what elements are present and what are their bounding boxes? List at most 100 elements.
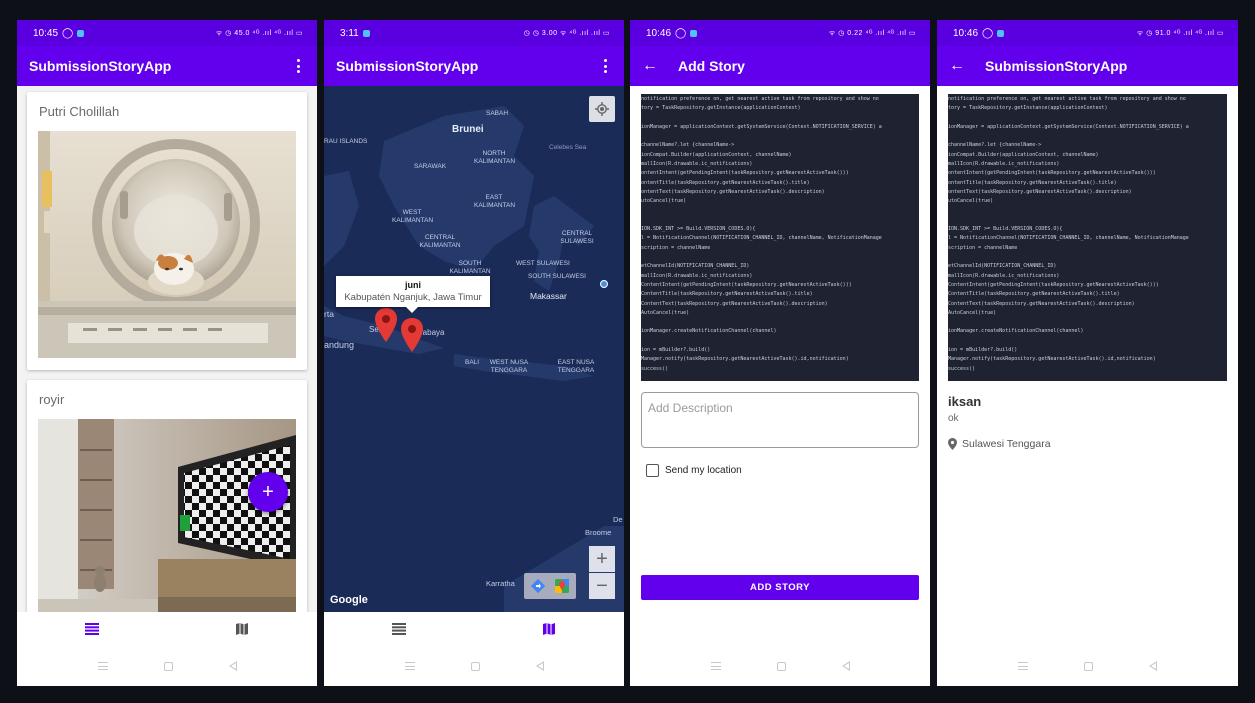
my-location-button[interactable] [589, 96, 615, 122]
code-line: l = NotificationChannel(NOTIFICATION_CHA… [641, 235, 882, 242]
home-icon[interactable] [470, 661, 480, 671]
google-maps-icon[interactable] [555, 579, 569, 593]
code-line: channelName?.let {channelName-> [948, 142, 1042, 149]
story-detail: notification preference on, get nearest … [937, 86, 1238, 646]
send-location-checkbox[interactable]: Send my location [646, 464, 742, 477]
overflow-menu-icon[interactable] [598, 57, 612, 75]
marker-info-window[interactable]: juni Kabupatén Nganjuk, Jawa Timur [336, 276, 490, 313]
status-icons: ◷ ◷ 3.00 ᯤ ⁴ᴳ .ııl .ııl ▭ [523, 29, 610, 37]
system-navigation-bar [17, 646, 317, 686]
map-container[interactable]: SABAH Brunei RAU ISLANDS Celebes Sea SAR… [324, 86, 624, 612]
status-icons: ᯤ ◷ 91.0 ⁴ᴳ .ııl ⁴ᴳ .ııl ▭ [1136, 29, 1224, 37]
map-label: Celebes Sea [549, 144, 587, 151]
code-line: l = NotificationChannel(NOTIFICATION_CHA… [948, 235, 1189, 242]
home-icon[interactable] [1084, 661, 1093, 671]
code-line: scription = channelName [641, 244, 711, 251]
recent-apps-icon[interactable] [1018, 662, 1028, 670]
status-time: 10:46 [646, 27, 672, 39]
nav-map-tab[interactable] [474, 612, 624, 646]
story-list[interactable]: Putri Cholillah royir + [17, 86, 317, 612]
code-line: ontentText(taskRepository.getNearestActi… [948, 188, 1132, 195]
code-line: ion = mBuilder?.build() [641, 347, 711, 354]
description-input[interactable]: Add Description [641, 392, 919, 448]
nav-list-tab[interactable] [324, 612, 474, 646]
map-label: Karratha [486, 579, 515, 588]
app-bar: SubmissionStoryApp [17, 46, 317, 86]
add-story-button[interactable]: ADD STORY [641, 575, 919, 600]
status-bar: 10:46 ◯ ᯤ ◷ 0.22 ⁴ᴳ .ııl ⁴ᴳ .ııl ▭ [630, 20, 930, 46]
map-label: WEST KALIMANTAN [392, 209, 434, 224]
phone-story-detail: 10:46 ◯ ᯤ ◷ 91.0 ⁴ᴳ .ııl ⁴ᴳ .ııl ▭ ← Subm… [937, 20, 1238, 686]
map-label: SABAH [486, 110, 509, 117]
app-notification-icon [362, 29, 370, 37]
story-photo [38, 419, 296, 612]
app-bar: SubmissionStoryApp [324, 46, 624, 86]
nav-map-tab[interactable] [167, 612, 317, 646]
system-navigation-bar [324, 646, 624, 686]
app-bar: ← Add Story [630, 46, 930, 86]
code-line: mallIcon(R.drawable.ic_notifications) [641, 161, 753, 168]
google-logo: Google [330, 594, 368, 606]
code-line: ContentTitle(taskRepository.getNearestAc… [641, 291, 813, 298]
recent-apps-icon[interactable] [404, 662, 415, 670]
overflow-menu-icon[interactable] [291, 57, 305, 75]
map-label: WEST SULAWESI [516, 260, 570, 267]
back-arrow-icon[interactable]: ← [642, 58, 658, 74]
status-time: 10:46 [953, 27, 979, 39]
back-icon[interactable] [535, 661, 544, 671]
zoom-in-button[interactable]: + [589, 546, 615, 572]
code-line: ontentText(taskRepository.getNearestActi… [641, 188, 825, 195]
detail-location: Sulawesi Tenggara [948, 438, 1051, 450]
code-screenshot: notification preference on, get nearest … [948, 96, 1227, 375]
code-line: ContentTitle(taskRepository.getNearestAc… [948, 291, 1120, 298]
code-line: AutoCancel(true) [641, 309, 690, 316]
code-line: ionManager = applicationContext.getSyste… [641, 123, 882, 130]
map-marker-icon[interactable] [375, 308, 397, 342]
app-bar: ← SubmissionStoryApp [937, 46, 1238, 86]
code-line: ionManager.createNotificationChannel(cha… [641, 328, 777, 335]
story-card[interactable]: Putri Cholillah [27, 92, 307, 370]
checkbox-label: Send my location [665, 465, 742, 476]
code-line: ionCompat.Builder(applicationContext, ch… [641, 151, 792, 158]
my-location-icon [595, 102, 609, 116]
story-detail-image: notification preference on, get nearest … [948, 94, 1227, 381]
code-line: scription = channelName [948, 244, 1018, 251]
detail-author: iksan [948, 394, 982, 409]
code-line: ontentTitle(taskRepository.getNearestAct… [948, 179, 1117, 186]
back-icon[interactable] [841, 661, 850, 671]
back-icon[interactable] [1149, 661, 1157, 671]
code-line: etChannelId(NOTIFICATION_CHANNEL_ID) [641, 263, 750, 270]
home-icon[interactable] [776, 661, 786, 671]
status-icons: ᯤ ◷ 45.0 ⁴ᴳ .ııl ⁴ᴳ .ııl ▭ [215, 29, 303, 37]
plus-icon: + [262, 480, 274, 503]
phone-story-list: 10:45 ◯ ᯤ ◷ 45.0 ⁴ᴳ .ııl ⁴ᴳ .ııl ▭ Submis… [17, 20, 317, 686]
add-story-fab[interactable]: + [248, 472, 288, 512]
code-line: mallIcon(R.drawable.ic_notifications) [641, 272, 753, 279]
detail-location-text: Sulawesi Tenggara [962, 438, 1051, 450]
map-toolbar[interactable] [524, 573, 576, 599]
current-location-dot [600, 280, 608, 288]
nav-list-tab[interactable] [17, 612, 167, 646]
google-map[interactable]: SABAH Brunei RAU ISLANDS Celebes Sea SAR… [324, 86, 624, 612]
zoom-out-button[interactable]: − [589, 573, 615, 599]
checkbox-box[interactable] [646, 464, 659, 477]
back-arrow-icon[interactable]: ← [949, 58, 965, 74]
map-icon [236, 623, 248, 635]
map-marker-icon[interactable] [401, 318, 423, 352]
code-line: AutoCancel(true) [948, 309, 997, 316]
recent-apps-icon[interactable] [97, 662, 108, 670]
back-icon[interactable] [228, 661, 237, 671]
list-icon [392, 623, 406, 635]
code-line: tory = TaskRepository.getInstance(applic… [948, 105, 1108, 112]
map-label: CENTRAL SULAWESI [560, 230, 594, 245]
code-line: ContentText(taskRepository.getNearestAct… [641, 300, 828, 307]
home-icon[interactable] [163, 661, 173, 671]
directions-icon[interactable] [531, 579, 545, 593]
recent-apps-icon[interactable] [710, 662, 721, 670]
code-line: mallIcon(R.drawable.ic_notifications) [948, 161, 1060, 168]
